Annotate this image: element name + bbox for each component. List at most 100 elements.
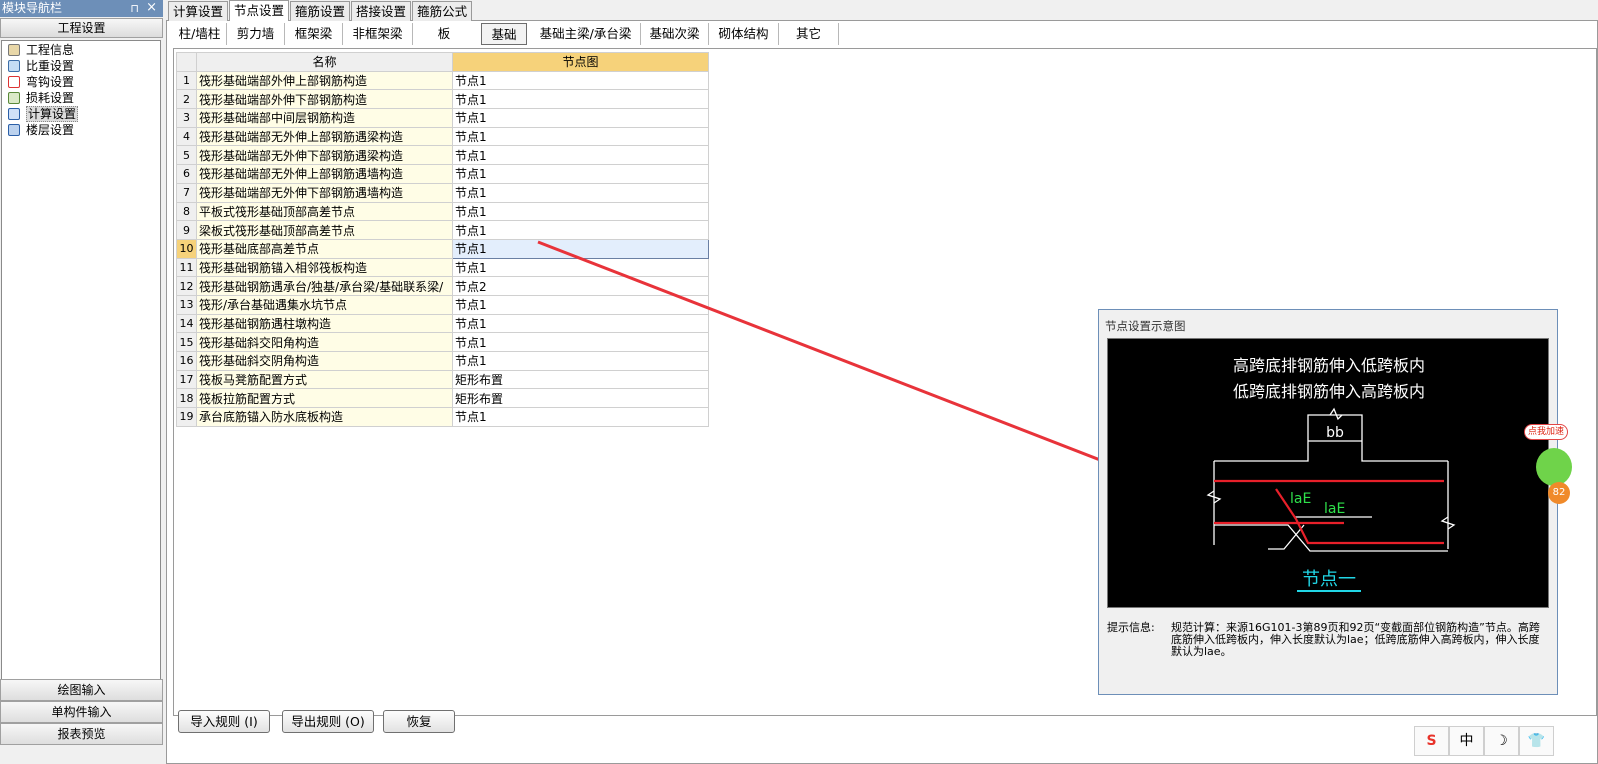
row-number: 15 <box>176 332 197 352</box>
tree-item-label: 楼层设置 <box>26 123 75 137</box>
pin-icon[interactable]: ⊓ <box>130 0 139 17</box>
row-value[interactable]: 节点1 <box>452 332 709 352</box>
table-row[interactable]: 8 平板式筏形基础顶部高差节点 节点1 <box>176 201 709 222</box>
import-rules-button[interactable]: 导入规则 (I) <box>178 710 270 733</box>
row-number: 6 <box>176 164 197 184</box>
row-value[interactable]: 节点1 <box>452 238 709 259</box>
row-number: 7 <box>176 182 197 203</box>
subtab-column[interactable]: 柱/墙柱 <box>173 23 227 45</box>
top-tab-bar: 计算设置 节点设置 箍筋设置 搭接设置 箍筋公式 <box>168 0 473 21</box>
table-row[interactable]: 18 筏板拉筋配置方式 矩形布置 <box>176 388 709 409</box>
tree-item-loss[interactable]: 损耗设置 <box>2 90 160 106</box>
close-icon[interactable]: × <box>146 0 157 16</box>
subtab-masonry[interactable]: 砌体结构 <box>709 23 779 45</box>
row-value[interactable]: 节点1 <box>452 201 709 222</box>
table-row[interactable]: 14 筏形基础钢筋遇柱墩构造 节点1 <box>176 313 709 334</box>
row-name: 承台底筋锚入防水底板构造 <box>196 407 453 427</box>
header-name[interactable]: 名称 <box>196 52 453 72</box>
tab-lap-settings[interactable]: 搭接设置 <box>351 1 412 21</box>
ime-language-toggle[interactable]: 中 <box>1449 726 1484 756</box>
table-row[interactable]: 16 筏形基础斜交阴角构造 节点1 <box>176 351 709 371</box>
table-row[interactable]: 1 筏形基础端部外伸上部钢筋构造 节点1 <box>176 70 709 91</box>
table-row[interactable]: 5 筏形基础端部无外伸下部钢筋遇梁构造 节点1 <box>176 145 709 166</box>
table-row[interactable]: 7 筏形基础端部无外伸下部钢筋遇墙构造 节点1 <box>176 182 709 203</box>
ime-toolbar: S 中 ☽ 👕 <box>1414 726 1556 756</box>
row-value[interactable]: 节点1 <box>452 351 709 371</box>
subtab-foundation[interactable]: 基础 <box>481 23 527 45</box>
nav-single-component-input[interactable]: 单构件输入 <box>0 701 163 723</box>
diagram-caption: 节点一 <box>1302 569 1356 590</box>
table-row-selected[interactable]: 10 筏形基础底部高差节点 节点1 <box>176 238 709 259</box>
tree-item-ratio[interactable]: 比重设置 <box>2 58 160 74</box>
header-node[interactable]: 节点图 <box>452 52 709 72</box>
row-value[interactable]: 节点1 <box>452 313 709 334</box>
subtab-foundation-secondary-beam[interactable]: 基础次梁 <box>641 23 709 45</box>
subtab-shear-wall[interactable]: 剪力墙 <box>227 23 285 45</box>
row-value[interactable]: 节点1 <box>452 257 709 278</box>
table-row[interactable]: 11 筏形基础钢筋锚入相邻筏板构造 节点1 <box>176 257 709 278</box>
export-rules-button[interactable]: 导出规则 (O) <box>282 710 374 733</box>
ime-logo-icon[interactable]: S <box>1414 726 1449 756</box>
tab-stirrup-settings[interactable]: 箍筋设置 <box>290 1 351 21</box>
row-name: 筏形基础端部无外伸上部钢筋遇墙构造 <box>196 164 453 184</box>
row-value[interactable]: 节点1 <box>452 126 709 147</box>
row-value[interactable]: 矩形布置 <box>452 369 709 390</box>
mascot-icon[interactable] <box>1536 448 1572 486</box>
nav-title: 模块导航栏 <box>2 1 63 15</box>
row-value[interactable]: 节点1 <box>452 145 709 166</box>
ime-skin-icon[interactable]: 👕 <box>1519 726 1554 756</box>
tree-item-label: 工程信息 <box>26 43 75 57</box>
table-row[interactable]: 4 筏形基础端部无外伸上部钢筋遇梁构造 节点1 <box>176 126 709 147</box>
tree-item-floor[interactable]: 楼层设置 <box>2 122 160 138</box>
node-diagram: 高跨底排钢筋伸入低跨板内 低跨底排钢筋伸入高跨板内 bb laE laE 节点一 <box>1107 338 1549 608</box>
tab-stirrup-formula[interactable]: 箍筋公式 <box>412 1 473 21</box>
restore-button[interactable]: 恢复 <box>383 710 455 733</box>
row-number: 13 <box>176 294 197 315</box>
table-row[interactable]: 12 筏形基础钢筋遇承台/独基/承台梁/基础联系梁/节点2 <box>176 276 709 296</box>
row-number: 9 <box>176 220 197 240</box>
diagram-line2: 低跨底排钢筋伸入高跨板内 <box>1233 382 1425 401</box>
row-value[interactable]: 矩形布置 <box>452 388 709 409</box>
table-row[interactable]: 17 筏板马凳筋配置方式 矩形布置 <box>176 369 709 390</box>
row-value[interactable]: 节点1 <box>452 164 709 184</box>
ime-moon-icon[interactable]: ☽ <box>1484 726 1519 756</box>
corner-cell <box>176 52 197 72</box>
table-row[interactable]: 13 筏形/承台基础遇集水坑节点 节点1 <box>176 294 709 315</box>
preview-hint: 提示信息: 规范计算：来源16G101-3第89页和92页“变截面部位钢筋构造”… <box>1107 620 1547 690</box>
row-value[interactable]: 节点1 <box>452 108 709 128</box>
table-row[interactable]: 3 筏形基础端部中间层钢筋构造 节点1 <box>176 108 709 128</box>
tab-calc-settings[interactable]: 计算设置 <box>168 1 229 21</box>
row-value[interactable]: 节点1 <box>452 70 709 91</box>
nav-drawing-input[interactable]: 绘图输入 <box>0 679 163 701</box>
preview-title: 节点设置示意图 <box>1105 319 1186 333</box>
row-number: 16 <box>176 351 197 371</box>
row-value[interactable]: 节点1 <box>452 89 709 110</box>
row-value[interactable]: 节点1 <box>452 182 709 203</box>
subtab-slab[interactable]: 板 <box>413 23 475 45</box>
table-row[interactable]: 9 梁板式筏形基础顶部高差节点 节点1 <box>176 220 709 240</box>
tree-item-calc[interactable]: 计算设置 <box>2 106 160 122</box>
subtab-frame-beam[interactable]: 框架梁 <box>285 23 343 45</box>
row-value[interactable]: 节点1 <box>452 407 709 427</box>
diagram-lae-label-1: laE <box>1290 491 1311 507</box>
tree-item-project-info[interactable]: 工程信息 <box>2 42 160 58</box>
row-name: 筏形基础斜交阴角构造 <box>196 351 453 371</box>
row-value[interactable]: 节点2 <box>452 276 709 296</box>
nav-report-preview[interactable]: 报表预览 <box>0 723 163 745</box>
table-row[interactable]: 15 筏形基础斜交阳角构造 节点1 <box>176 332 709 352</box>
table-row[interactable]: 2 筏形基础端部外伸下部钢筋构造 节点1 <box>176 89 709 110</box>
tab-node-settings[interactable]: 节点设置 <box>229 0 290 21</box>
row-value[interactable]: 节点1 <box>452 294 709 315</box>
row-name: 筏形基础端部无外伸下部钢筋遇墙构造 <box>196 182 453 203</box>
subtab-other[interactable]: 其它 <box>779 23 839 45</box>
table-row[interactable]: 6 筏形基础端部无外伸上部钢筋遇墙构造 节点1 <box>176 164 709 184</box>
tree-item-hook[interactable]: 弯钩设置 <box>2 74 160 90</box>
count-badge[interactable]: 82 <box>1548 482 1570 504</box>
subtab-foundation-main-beam[interactable]: 基础主梁/承台梁 <box>531 23 641 45</box>
row-value[interactable]: 节点1 <box>452 220 709 240</box>
subtab-non-frame-beam[interactable]: 非框架梁 <box>343 23 413 45</box>
table-row[interactable]: 19 承台底筋锚入防水底板构造 节点1 <box>176 407 709 427</box>
row-number: 19 <box>176 407 197 427</box>
speedup-badge[interactable]: 点我加速 <box>1524 424 1568 440</box>
nav-section-project-settings[interactable]: 工程设置 <box>0 18 163 38</box>
